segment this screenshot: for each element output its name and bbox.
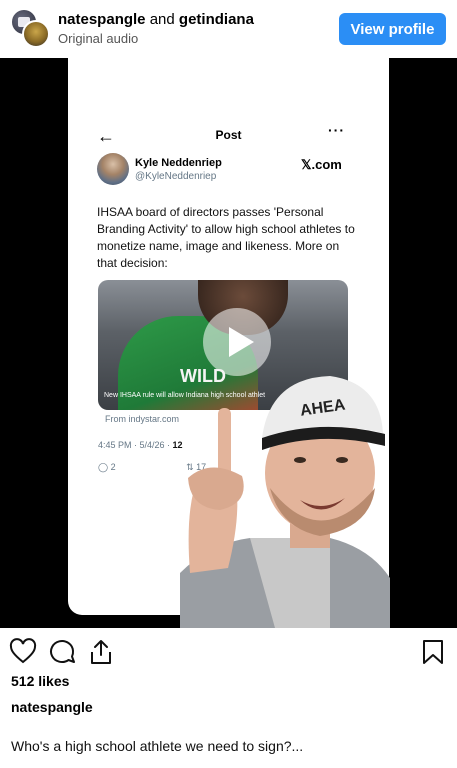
reply-count: ◯ 2	[98, 462, 116, 472]
avatar-getindiana[interactable]	[22, 20, 50, 48]
tweet-author-name: Kyle Neddenriep	[135, 157, 222, 169]
bookmark-icon[interactable]	[419, 638, 447, 666]
creator-person: AHEA	[180, 376, 390, 628]
share-icon[interactable]	[87, 638, 115, 666]
tweet-topbar: ← Post ···	[68, 118, 389, 154]
post-media[interactable]: ← Post ··· Kyle Neddenriep @KyleNeddenri…	[0, 58, 457, 628]
action-bar	[0, 628, 457, 676]
account-names: natespangle and getindiana	[58, 10, 254, 30]
tweet-author-avatar	[97, 153, 129, 185]
collab-avatars[interactable]	[10, 8, 50, 48]
tweet-body: IHSAA board of directors passes 'Persona…	[97, 205, 355, 270]
timestamp-text: 4:45 PM · 5/4/26 ·	[98, 440, 173, 450]
more-options-icon: ···	[328, 122, 345, 138]
account-secondary-link[interactable]: getindiana	[179, 11, 254, 28]
account-joiner: and	[149, 11, 175, 28]
x-logo: 𝕏.com	[301, 157, 342, 172]
account-primary-link[interactable]: natespangle	[58, 11, 146, 28]
post-caption[interactable]: Who's a high school athlete we need to s…	[11, 738, 303, 754]
right-eye	[336, 457, 348, 463]
tweet-source: From indystar.com	[105, 414, 180, 424]
view-profile-button[interactable]: View profile	[339, 13, 446, 45]
comment-icon[interactable]	[48, 638, 76, 666]
post-header: natespangle and getindiana Original audi…	[0, 0, 457, 58]
left-eye	[294, 457, 306, 463]
audio-label[interactable]: Original audio	[58, 30, 138, 48]
likes-count[interactable]: 512 likes	[11, 673, 69, 689]
tweet-timestamp: 4:45 PM · 5/4/26 · 12	[98, 440, 183, 450]
tweet-author-handle: @KyleNeddenriep	[135, 171, 217, 182]
like-heart-icon[interactable]	[9, 638, 37, 666]
caption-username[interactable]: natespangle	[11, 699, 93, 715]
reply-count-value: 2	[110, 462, 116, 472]
